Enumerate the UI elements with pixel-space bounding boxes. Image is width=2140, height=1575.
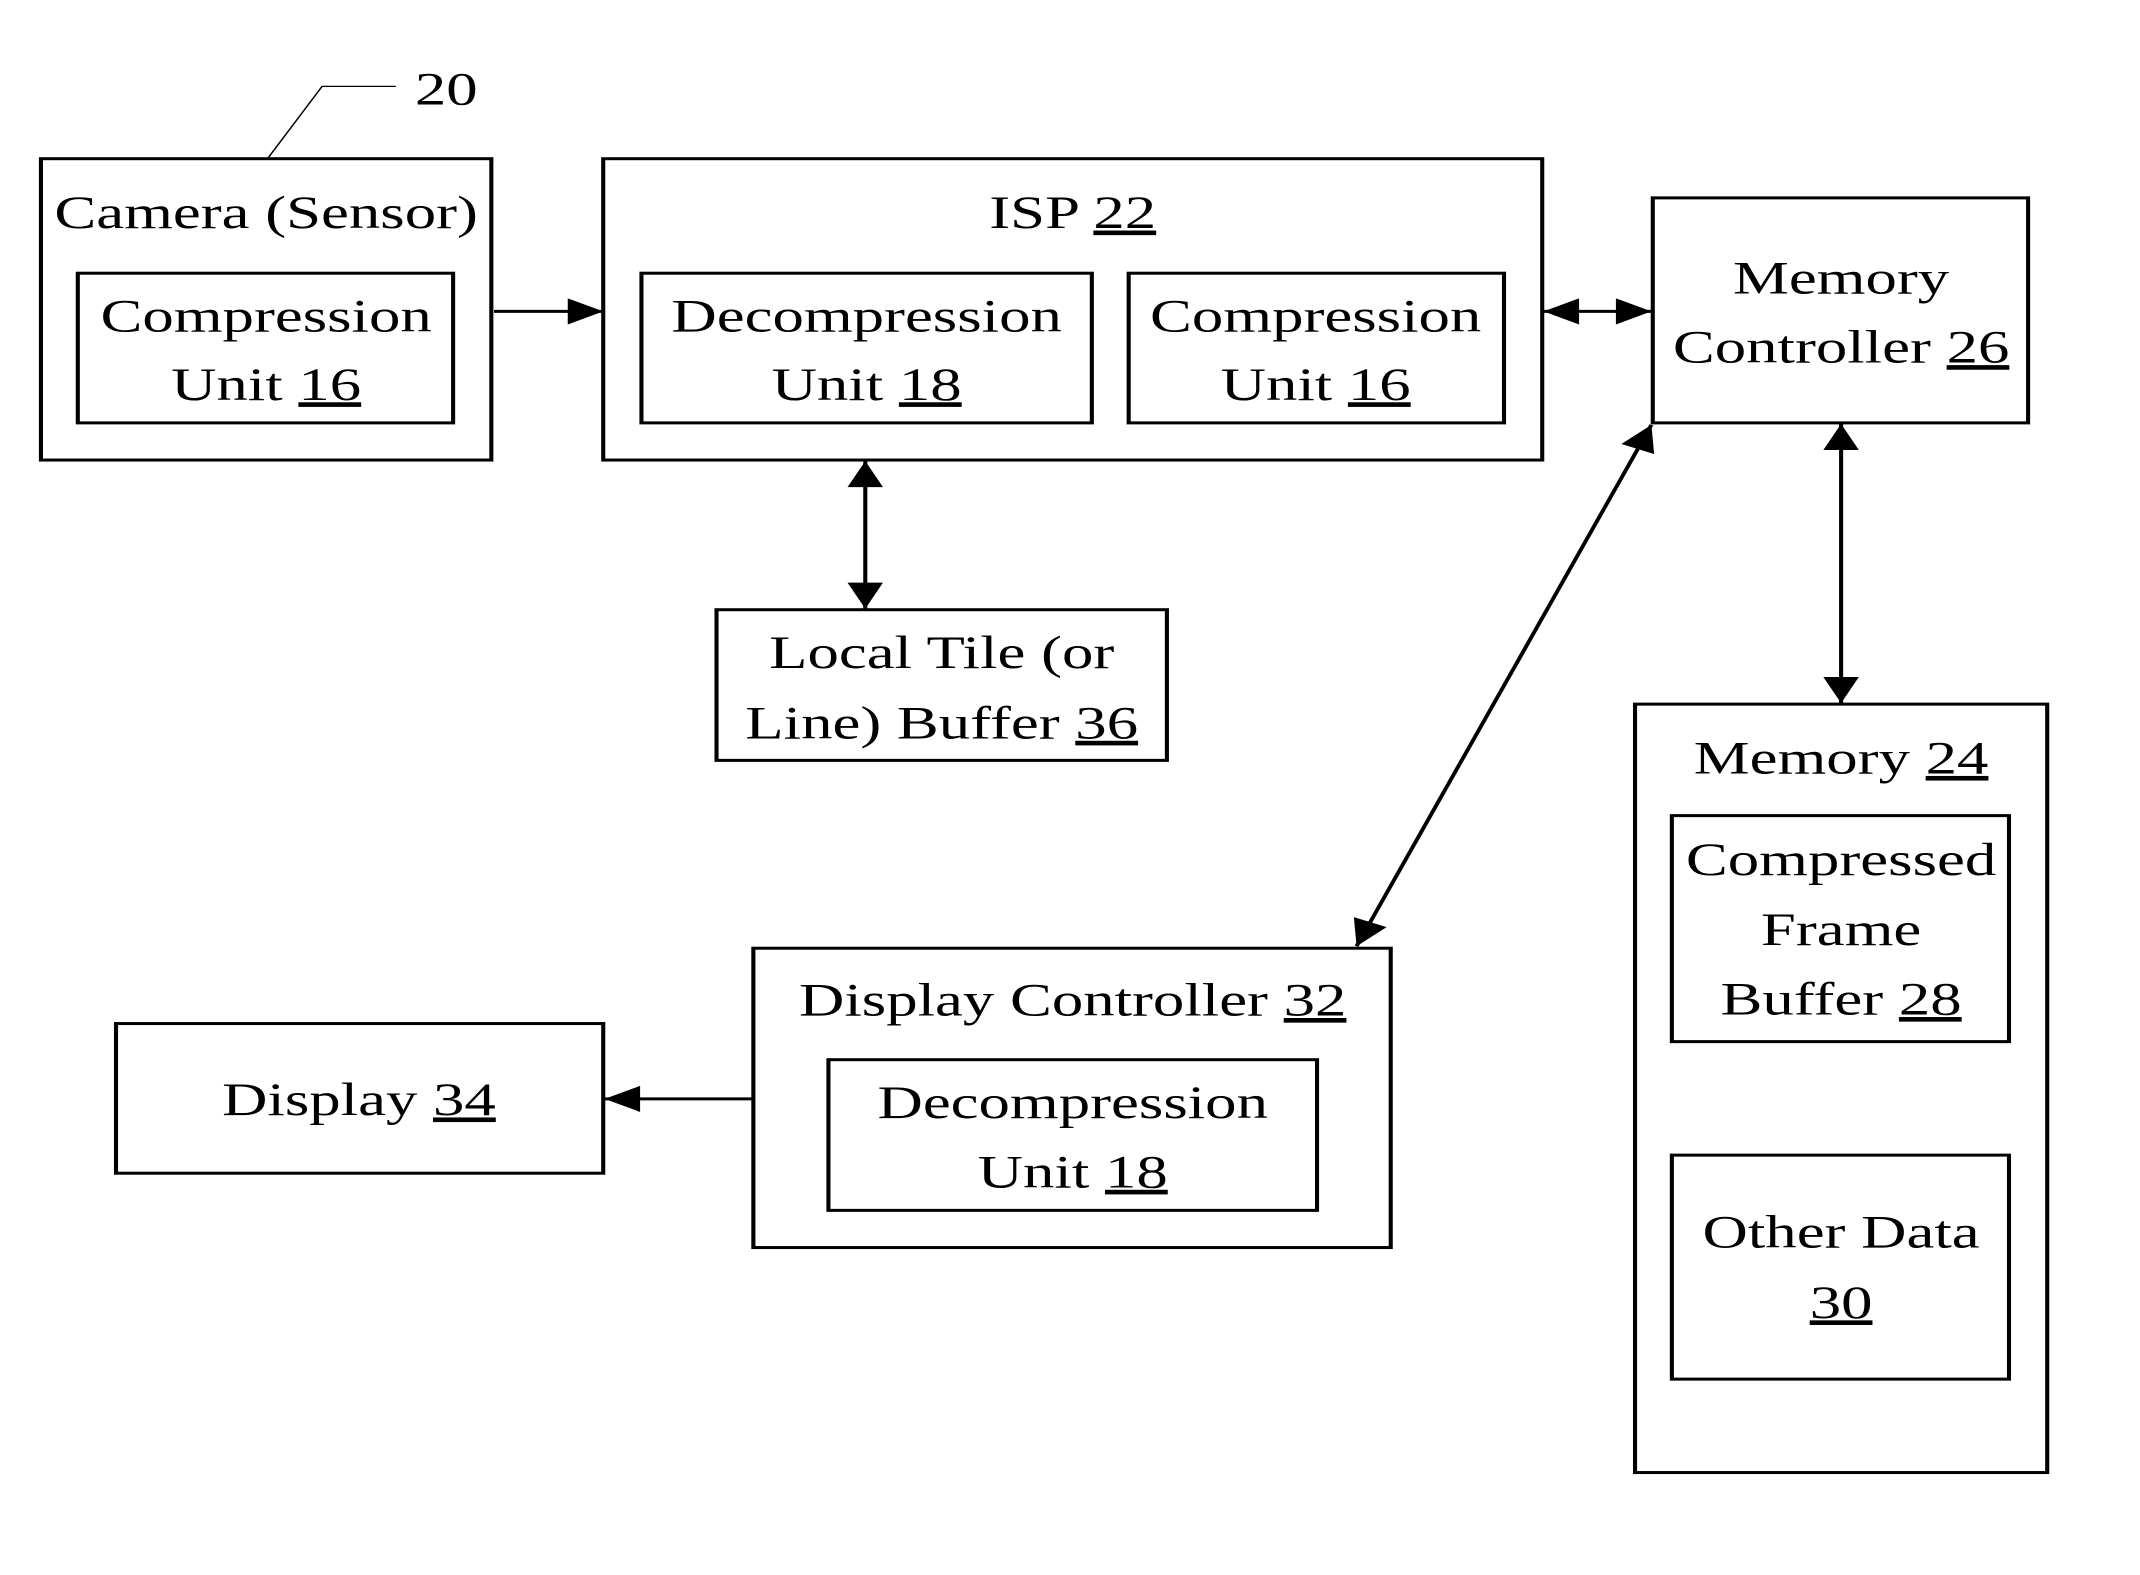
isp-decompression-line2: Unit 18	[772, 359, 962, 410]
display-decompression-line2: Unit 18	[978, 1146, 1168, 1197]
memory-controller-line1: Memory	[1733, 252, 1950, 303]
other-data-line1: Other Data	[1703, 1206, 1980, 1257]
camera-compression-line2: Unit 16	[171, 359, 361, 410]
display-controller-block: Display Controller 32 Decompression Unit…	[751, 946, 1393, 1250]
memory-title: Memory 24	[1694, 732, 1989, 783]
frame-buffer-line2: Frame	[1761, 904, 1921, 955]
arrow-memory-controller-display-controller	[1353, 424, 1655, 947]
other-data	[1669, 1153, 2012, 1381]
ref-leader-line	[266, 85, 396, 159]
memory-controller-line2: Controller 26	[1673, 322, 2009, 373]
other-data-line2: 30	[1810, 1277, 1873, 1328]
isp-block: ISP 22 Decompression Unit 18 Compression…	[601, 157, 1545, 462]
local-buffer-block: Local Tile (or Line) Buffer 36	[714, 608, 1169, 762]
ref-label-20: 20	[415, 63, 478, 114]
display-controller-title: Display Controller 32	[799, 974, 1346, 1025]
isp-title: ISP 22	[989, 187, 1156, 238]
display-decompression-line1: Decompression	[877, 1077, 1267, 1128]
isp-decompression-line1: Decompression	[671, 290, 1061, 341]
local-buffer-line2: Line) Buffer 36	[745, 697, 1138, 748]
display-block: Display 34	[113, 1022, 606, 1175]
frame-buffer-line3: Buffer 28	[1721, 973, 1962, 1024]
local-buffer-line1: Local Tile (or	[769, 627, 1114, 678]
isp-compression-line1: Compression	[1150, 290, 1481, 341]
camera-compression-line1: Compression	[100, 290, 431, 341]
block-diagram: 20 Camera (Sensor) Compression Unit 16 I…	[38, 63, 2050, 1475]
camera-title: Camera (Sensor)	[54, 187, 478, 238]
display-title: Display 34	[222, 1074, 496, 1125]
frame-buffer-line1: Compressed	[1686, 834, 1996, 885]
memory-block: Memory 24 Compressed Frame Buffer 28 Oth…	[1632, 702, 2050, 1475]
isp-compression-line2: Unit 16	[1221, 359, 1411, 410]
camera-block: Camera (Sensor) Compression Unit 16	[38, 157, 494, 462]
memory-controller-block: Memory Controller 26	[1650, 196, 2031, 425]
